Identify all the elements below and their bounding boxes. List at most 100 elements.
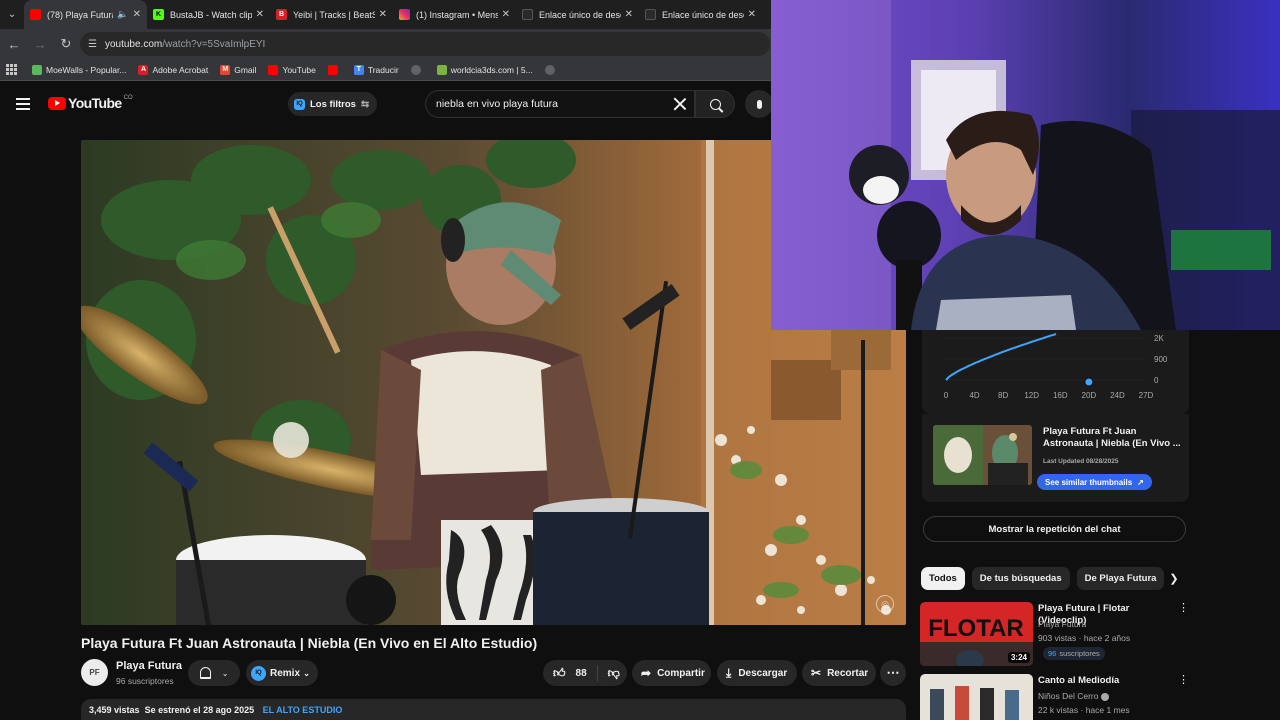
similar-video-title[interactable]: Playa Futura Ft Juan Astronauta | Niebla… [1043,426,1183,450]
recommendation-thumbnail[interactable]: FLOTAR 3:24 [920,602,1033,666]
microphone-icon [756,99,762,109]
close-tab-icon[interactable]: ✕ [256,9,264,20]
recommendation-title[interactable]: Canto al Mediodía [1038,675,1173,687]
filters-label: Los filtros [310,98,356,110]
recommendation-meta: 22 k vistas · hace 1 mes [1038,705,1130,715]
streamer-webcam-image [771,0,1280,330]
recommendation-channel[interactable]: Playa Futura [1038,619,1086,629]
download-button[interactable]: ⤓ Descargar [717,660,797,686]
channel-watermark-icon[interactable]: ◎ [876,595,894,613]
show-chat-replay-button[interactable]: Mostrar la repetición del chat [923,516,1186,542]
beatstars-favicon-icon: B [276,9,287,20]
similar-last-updated: Last Updated 08/28/2025 [1043,458,1119,465]
bookmark-adobe-acrobat[interactable]: A Adobe Acrobat [138,64,208,75]
browser-tab-0[interactable]: (78) Playa Futura 🔈 ✕ [24,0,147,29]
see-similar-label: See similar thumbnails [1045,477,1133,487]
thumbnail-flotar-text: FLOTAR [928,615,1024,642]
forward-arrow-icon[interactable]: → [28,32,52,56]
browser-tab-2[interactable]: B Yeibi | Tracks | BeatSt ✕ [270,0,393,29]
moewalls-icon [32,64,42,75]
globe-icon [410,64,421,75]
more-actions-button[interactable]: ⋯ [880,660,906,686]
like-button[interactable]: 👍︎ 88 [543,665,598,681]
download-icon: ⤓ [726,665,732,680]
channel-name[interactable]: Playa Futura [116,660,182,672]
more-vertical-icon[interactable]: ⋮ [1178,603,1189,614]
remix-button[interactable]: IQ Remix ⌄ [246,660,318,686]
share-label: Compartir [657,667,705,679]
site-info-icon[interactable]: ☰ [88,39,97,50]
channel-avatar[interactable]: PF [81,659,108,686]
chevron-right-icon[interactable]: ❯ [1166,569,1182,587]
bookmark-traducir[interactable]: T Traducir [353,64,399,75]
recommendation-item[interactable]: FLOTAR 3:24 Playa Futura | Flotar (Video… [920,602,1190,668]
recommendation-channel[interactable]: Niños Del Cerro [1038,691,1110,701]
x-tick-label: 8D [998,391,1008,400]
vidiq-icon: IQ [294,98,305,110]
bookmark-youtube[interactable]: YouTube [268,64,316,75]
close-tab-icon[interactable]: ✕ [748,9,756,20]
x-tick-label: 12D [1024,391,1039,400]
remix-label: Remix [270,667,301,679]
tab-title: BustaJB - Watch clips [170,9,252,20]
subscription-bell-button[interactable]: ⌄ [188,660,240,686]
bookmark-globe-2[interactable] [544,64,559,75]
bookmark-youtube-2[interactable] [327,64,342,75]
tab-title: (1) Instagram • Mensa [416,9,498,20]
clip-button[interactable]: ✂ Recortar [802,660,876,686]
subscriber-label: suscriptores [1059,649,1100,658]
youtube-logo[interactable]: YouTube CO [48,95,133,111]
chip-de-playa-futura[interactable]: De Playa Futura [1076,566,1165,590]
url-input[interactable]: ☰ youtube.com/watch?v=5SvaImlpEYI [80,32,770,56]
bookmark-globe[interactable] [410,64,425,75]
share-button[interactable]: ➦ Compartir [632,660,711,686]
thumbs-up-icon: 👍︎ [553,665,566,680]
description-tag[interactable]: EL ALTO ESTUDIO [263,705,343,715]
channel-subscribers: 96 suscriptores [116,676,174,686]
y-tick-label: 900 [1154,355,1168,364]
bookmark-gmail[interactable]: M Gmail [220,64,256,75]
scissors-icon: ✂ [811,666,822,680]
chip-de-tus-busquedas[interactable]: De tus búsquedas [971,566,1070,590]
recommendation-item[interactable]: Canto al Mediodía Niños Del Cerro 22 k v… [920,674,1190,720]
reload-icon[interactable]: ↻ [54,32,78,56]
video-title: Playa Futura Ft Juan Astronauta | Niebla… [81,635,538,651]
youtube-header: YouTube CO IQ Los filtros ⇆ niebla en vi… [0,82,773,128]
browser-tab-3[interactable]: (1) Instagram • Mensa ✕ [393,0,516,29]
close-tab-icon[interactable]: ✕ [133,9,141,20]
browser-tab-4[interactable]: Enlace único de desca ✕ [516,0,639,29]
back-arrow-icon[interactable]: ← [2,32,26,56]
search-input[interactable]: niebla en vivo playa futura [425,90,695,118]
close-tab-icon[interactable]: ✕ [625,9,633,20]
bookmark-worldcia3ds[interactable]: worldcia3ds.com | 5... [436,64,533,75]
dislike-button[interactable]: 👎︎ [598,666,630,681]
similar-thumbnail-image[interactable] [933,425,1032,485]
browser-tab-5[interactable]: Enlace único de desca ✕ [639,0,762,29]
search-button[interactable] [695,90,735,118]
translate-icon: T [353,64,364,75]
close-tab-icon[interactable]: ✕ [502,9,510,20]
hamburger-menu-icon[interactable] [16,98,30,110]
speaker-icon[interactable]: 🔈 [117,9,128,20]
description-box[interactable]: 3,459 vistas Se estrenó el 28 ago 2025 E… [81,699,906,720]
clear-search-icon[interactable] [672,96,688,112]
url-path: /watch?v=5SvaImlpEYI [162,38,266,50]
screen: ⌄ (78) Playa Futura 🔈 ✕ K BustaJB - Watc… [0,0,1280,720]
bookmark-label: YouTube [282,64,316,75]
apps-grid-icon[interactable] [6,63,18,76]
browser-tab-1[interactable]: K BustaJB - Watch clips ✕ [147,0,270,29]
current-day-marker [1084,377,1094,387]
more-vertical-icon[interactable]: ⋮ [1178,675,1189,686]
chip-todos[interactable]: Todos [921,566,965,590]
see-similar-thumbnails-button[interactable]: See similar thumbnails ↗ [1037,474,1152,490]
voice-search-button[interactable] [745,90,773,118]
x-tick-label: 16D [1053,391,1068,400]
close-tab-icon[interactable]: ✕ [379,9,387,20]
x-tick-label: 24D [1110,391,1125,400]
recommendation-thumbnail[interactable] [920,674,1033,720]
filters-button[interactable]: IQ Los filtros ⇆ [288,92,378,116]
browser-tab-strip: ⌄ (78) Playa Futura 🔈 ✕ K BustaJB - Watc… [0,0,771,29]
thumbnail-preview [933,425,1032,485]
tab-search-chevron-icon[interactable]: ⌄ [0,4,24,26]
bookmark-moewalls[interactable]: MoeWalls - Popular... [32,64,126,75]
